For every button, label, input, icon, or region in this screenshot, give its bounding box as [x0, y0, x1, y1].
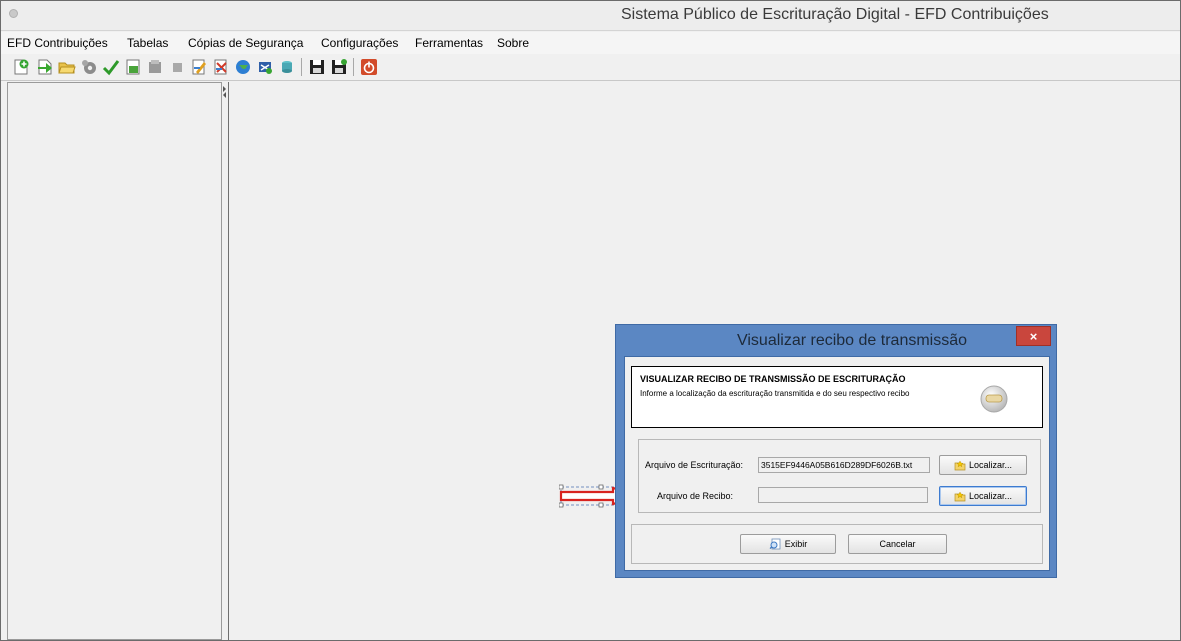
escrituracao-label: Arquivo de Escrituração:: [645, 460, 744, 470]
validate-check-icon[interactable]: [101, 57, 121, 77]
open-folder-icon[interactable]: [57, 57, 77, 77]
sign-icon[interactable]: [145, 57, 165, 77]
header-title: VISUALIZAR RECIBO DE TRANSMISSÃO DE ESCR…: [640, 374, 906, 384]
view-document-icon: [769, 538, 782, 550]
recibo-file-field[interactable]: [758, 487, 928, 503]
localizar-recibo-button[interactable]: Localizar...: [939, 486, 1027, 506]
window-menu-icon[interactable]: [9, 9, 18, 18]
print-icon[interactable]: [123, 57, 143, 77]
window-title: Sistema Público de Escrituração Digital …: [621, 6, 1049, 23]
gear-icon[interactable]: [79, 57, 99, 77]
navigation-panel: [7, 82, 222, 640]
receipt-icon[interactable]: [255, 57, 275, 77]
dialog-title: Visualizar recibo de transmissão: [736, 332, 968, 349]
localizar-label: Localizar...: [968, 460, 1013, 470]
receipt-seal-icon: [980, 385, 1008, 413]
recibo-label: Arquivo de Recibo:: [657, 491, 734, 501]
file-selection-group: Arquivo de Escrituração: 3515EF9446A05B6…: [638, 439, 1041, 513]
globe-icon[interactable]: [233, 57, 253, 77]
splitter-grip-icon[interactable]: [223, 86, 226, 98]
header-subtitle: Informe a localização da escrituração tr…: [640, 389, 910, 398]
exibir-button[interactable]: Exibir: [740, 534, 836, 554]
menu-tabelas[interactable]: Tabelas: [127, 36, 168, 50]
escrituracao-file-field[interactable]: 3515EF9446A05B616D289DF6026B.txt: [758, 457, 930, 473]
dialog-actions: Exibir Cancelar: [631, 524, 1043, 564]
menu-ferramentas[interactable]: Ferramentas: [415, 36, 483, 50]
star-folder-icon: [954, 460, 966, 471]
menu-sobre[interactable]: Sobre: [497, 36, 529, 50]
star-folder-icon: [954, 491, 966, 502]
save-as-icon[interactable]: [329, 57, 349, 77]
receipt-dialog: Visualizar recibo de transmissão × VISUA…: [615, 324, 1057, 578]
save-icon[interactable]: [307, 57, 327, 77]
exibir-label: Exibir: [784, 539, 808, 549]
application-window: Sistema Público de Escrituração Digital …: [0, 0, 1181, 641]
close-button[interactable]: ×: [1016, 326, 1051, 346]
import-arrow-icon[interactable]: [35, 57, 55, 77]
dialog-header: VISUALIZAR RECIBO DE TRANSMISSÃO DE ESCR…: [631, 366, 1043, 428]
edit-document-icon[interactable]: [189, 57, 209, 77]
stop-icon[interactable]: [167, 57, 187, 77]
toolbar-separator: [301, 58, 302, 76]
menu-copias-de-seguranca[interactable]: Cópias de Segurança: [188, 36, 303, 50]
new-document-icon[interactable]: [11, 57, 31, 77]
localizar-label: Localizar...: [968, 491, 1013, 501]
exit-icon[interactable]: [359, 57, 379, 77]
title-bar: Sistema Público de Escrituração Digital …: [1, 1, 1180, 31]
menu-configuracoes[interactable]: Configurações: [321, 36, 398, 50]
dialog-body: VISUALIZAR RECIBO DE TRANSMISSÃO DE ESCR…: [624, 356, 1050, 571]
toolbar-separator: [353, 58, 354, 76]
toolbar: [1, 54, 1180, 81]
menu-efd-contribuicoes[interactable]: EFD Contribuições: [7, 36, 108, 50]
delete-document-icon[interactable]: [211, 57, 231, 77]
cancelar-button[interactable]: Cancelar: [848, 534, 947, 554]
menu-bar: EFD Contribuições Tabelas Cópias de Segu…: [1, 32, 1180, 54]
localizar-escrituracao-button[interactable]: Localizar...: [939, 455, 1027, 475]
query-icon[interactable]: [277, 57, 297, 77]
